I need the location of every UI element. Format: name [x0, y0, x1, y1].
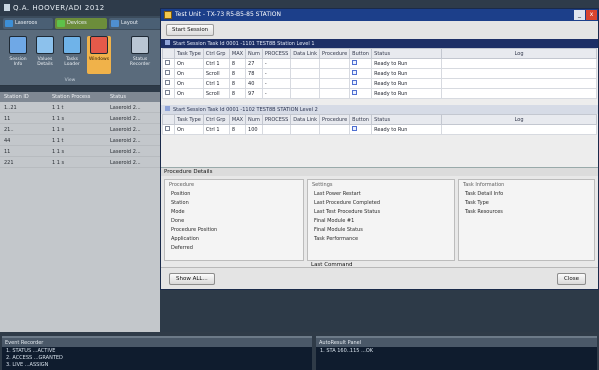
table-row[interactable]: 221 1 1 s Laseroid 2...	[0, 157, 160, 168]
row-checkbox[interactable]	[165, 80, 170, 85]
table-row[interactable]: 44 1 1 t Laseroid 2...	[0, 135, 160, 146]
procedure-field: Station	[171, 200, 189, 206]
test-unit-dialog: Test Unit - TX-73 R5-B5-85 STATION _ x S…	[160, 8, 599, 290]
settings-group: Settings Last Power Restart Last Procedu…	[307, 179, 455, 261]
settings-field: Final Module Status	[314, 227, 363, 233]
event-recorder-panel: Event Recorder 1. STATUS ...ACTIVE 2. AC…	[2, 336, 312, 370]
dialog-title: Test Unit - TX-73 R5-B5-85 STATION	[175, 11, 281, 18]
settings-field: Final Module #1	[314, 218, 355, 224]
table-header-row: Task Type Ctrl Grp MAX Num PROCESS Data …	[162, 48, 597, 59]
settings-field: Task Performance	[314, 236, 359, 242]
table-row[interactable]: 11 1 1 s Laseroid 2...	[0, 113, 160, 124]
ribbon-tab-layout[interactable]: Layout	[109, 18, 161, 29]
windows-button[interactable]: Windows	[87, 36, 111, 74]
button-checkbox[interactable]	[352, 80, 358, 85]
procedure-field: Done	[171, 218, 185, 224]
autoresult-title: AutoResult Panel	[316, 338, 597, 347]
table-row[interactable]: 21.. 1 1 s Laseroid 2...	[0, 124, 160, 135]
recorder-icon	[131, 36, 149, 54]
last-command-label: Last Command	[311, 262, 353, 268]
button-checkbox[interactable]	[352, 60, 358, 65]
status-recorder-button[interactable]: Status Recorder	[128, 36, 152, 74]
ribbon-group-label: View	[64, 78, 76, 83]
procedure-group: Procedure Position Station Mode Done Pro…	[164, 179, 304, 261]
log-line[interactable]: 1. STATUS ...ACTIVE	[2, 347, 312, 354]
session-band-2[interactable]: Start Session Task Id 0001 -1102 TEST8B …	[161, 105, 598, 114]
task-info-field: Task Resources	[465, 209, 503, 215]
blue-layout-icon	[111, 20, 119, 27]
table-row[interactable]: On Scroll 8 97 - Ready to Run	[162, 88, 597, 99]
task-table-2: Task Type Ctrl Grp MAX Num PROCESS Data …	[162, 114, 597, 135]
minimize-button[interactable]: _	[574, 10, 585, 20]
table-row[interactable]: On Ctrl 1 8 40 - Ready to Run	[162, 78, 597, 89]
button-checkbox[interactable]	[352, 90, 358, 95]
table-row[interactable]: On Scroll 8 78 - Ready to Run	[162, 68, 597, 79]
window-icon	[90, 36, 108, 54]
settings-field: Last Procedure Completed	[314, 200, 380, 206]
values-details-button[interactable]: Values Details	[33, 36, 57, 74]
expand-icon[interactable]	[165, 40, 170, 45]
procedure-field: Position	[171, 191, 191, 197]
close-button[interactable]: Close	[557, 273, 586, 285]
ribbon-tab-devices[interactable]: Devices	[55, 18, 107, 29]
task-table-1: Task Type Ctrl Grp MAX Num PROCESS Data …	[162, 48, 597, 99]
grid-col-station-process[interactable]: Station Process	[48, 92, 106, 102]
app-title: Q.A. HOOVER/ADI 2012	[13, 4, 105, 12]
task-information-group: Task Information Task Detail Info Task T…	[458, 179, 595, 261]
procedure-field: Application	[171, 236, 199, 242]
task-info-field: Task Detail Info	[465, 191, 504, 197]
event-recorder-title: Event Recorder	[2, 338, 312, 347]
procedure-details-title: Procedure Details	[161, 168, 598, 176]
table-row[interactable]: On Ctrl 1 8 27 - Ready to Run	[162, 58, 597, 69]
row-checkbox[interactable]	[165, 90, 170, 95]
collapse-icon[interactable]	[165, 106, 170, 111]
button-checkbox[interactable]	[352, 70, 358, 75]
table-header-row: Task Type Ctrl Grp MAX Num PROCESS Data …	[162, 114, 597, 125]
procedure-field: Deferred	[171, 245, 193, 251]
tasks-loader-button[interactable]: Tasks Loader	[60, 36, 84, 74]
log-line[interactable]: 3. LIVE ...ASSIGN	[2, 361, 312, 368]
table-row[interactable]: 11 1 1 s Laseroid 2...	[0, 146, 160, 157]
blue-square-icon	[5, 20, 13, 27]
procedure-field: Mode	[171, 209, 185, 215]
green-device-icon	[57, 20, 65, 27]
dialog-title-bar: Test Unit - TX-73 R5-B5-85 STATION _ x	[161, 9, 598, 21]
table-row[interactable]: 1..21 1 1 t Laseroid 2...	[0, 102, 160, 113]
row-checkbox[interactable]	[165, 126, 170, 131]
ribbon-tab-laseroos[interactable]: Laseroos	[3, 18, 53, 29]
ribbon-panel: Session Info Values Details Tasks Loader…	[0, 30, 170, 86]
settings-field: Last Power Restart	[314, 191, 361, 197]
grid-col-status[interactable]: Status	[106, 92, 160, 102]
dialog-footer: Show ALL... Last Command Close	[161, 262, 598, 289]
autoresult-panel: AutoResult Panel 1. STA 160..115 ...OK	[316, 336, 597, 370]
tasks-icon	[63, 36, 81, 54]
ribbon-tab-strip: Laseroos Devices Layout	[0, 16, 170, 30]
grid-header: Station ID Station Process Status	[0, 92, 160, 102]
station-grid: Station ID Station Process Status 1..21 1…	[0, 92, 160, 332]
dialog-toolbar: Start Session	[161, 21, 598, 39]
button-checkbox[interactable]	[352, 126, 358, 131]
log-line[interactable]: 1. STA 160..115 ...OK	[316, 347, 597, 354]
grid-col-station-id[interactable]: Station ID	[0, 92, 48, 102]
row-checkbox[interactable]	[165, 70, 170, 75]
row-checkbox[interactable]	[165, 60, 170, 65]
settings-field: Last Test Procedure Status	[314, 209, 381, 215]
session-band-1[interactable]: Start Session Task Id 0001 -1101 TEST8B …	[161, 39, 598, 48]
close-window-button[interactable]: x	[586, 10, 597, 20]
start-session-button[interactable]: Start Session	[166, 24, 215, 36]
session-info-button[interactable]: Session Info	[6, 36, 30, 74]
table-row[interactable]: On Ctrl 1 8 100 Ready to Run	[162, 124, 597, 135]
log-line[interactable]: 2. ACCESS ...GRANTED	[2, 354, 312, 361]
procedure-field: Procedure Position	[171, 227, 218, 233]
session-icon	[9, 36, 27, 54]
procedure-details-panel: Procedure Details Procedure Position Sta…	[161, 167, 598, 267]
values-icon	[36, 36, 54, 54]
task-info-field: Task Type	[465, 200, 489, 206]
show-all-button[interactable]: Show ALL...	[169, 273, 215, 285]
bottom-panels: Event Recorder 1. STATUS ...ACTIVE 2. AC…	[0, 332, 599, 370]
app-logo-icon	[4, 4, 10, 11]
dialog-app-icon	[164, 11, 172, 19]
